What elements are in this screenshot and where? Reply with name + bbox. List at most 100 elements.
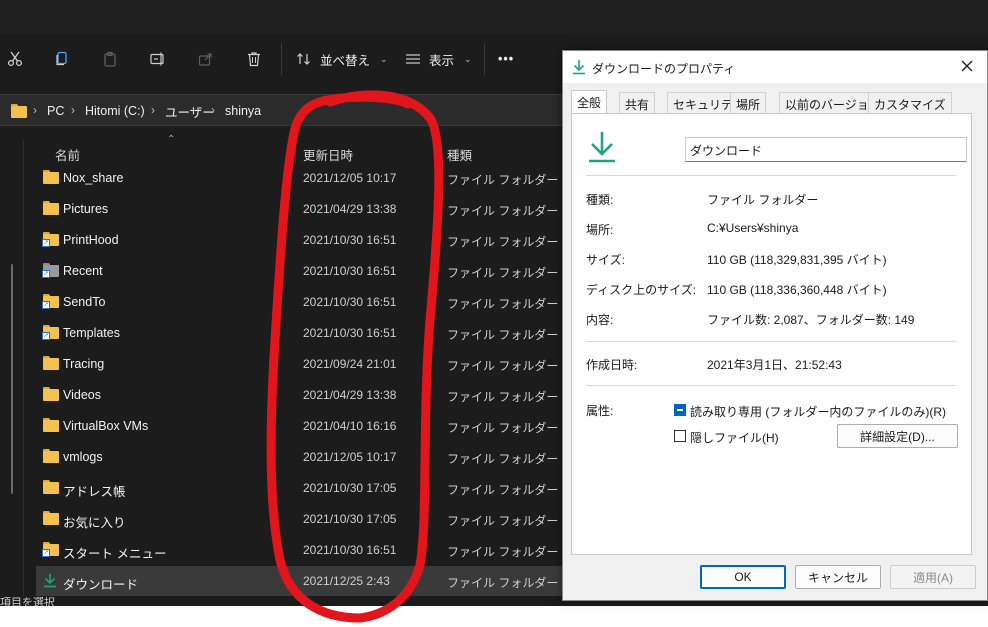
folder-icon (43, 201, 59, 215)
breadcrumb-shinya[interactable]: shinya (225, 103, 261, 119)
file-name: アドレス帳 (63, 485, 126, 499)
divider (586, 341, 956, 342)
advanced-button[interactable]: 詳細設定(D)... (837, 424, 958, 448)
file-row[interactable]: アドレス帳 2021/10/30 17:05 ファイル フォルダー (36, 473, 565, 504)
column-type[interactable]: 種類 (447, 145, 472, 164)
chevron-down-icon: ⌄ (380, 53, 388, 64)
file-row[interactable]: VirtualBox VMs 2021/04/10 16:16 ファイル フォルダー (36, 411, 565, 442)
dialog-tabs: 全般 共有 セキュリティ 場所 以前のバージョン カスタマイズ (571, 90, 979, 113)
folder-icon (43, 387, 59, 401)
view-label: 表示 (429, 53, 455, 68)
view-icon (406, 54, 420, 64)
file-row[interactable]: Pictures 2021/04/29 13:38 ファイル フォルダー (36, 194, 565, 225)
file-row[interactable]: ↗ スタート メニュー 2021/10/30 16:51 ファイル フォルダー (36, 535, 565, 566)
file-date: 2021/12/25 2:43 (303, 574, 390, 588)
chevron-right-icon: › (211, 103, 215, 117)
file-row[interactable]: ↗ Recent 2021/10/30 16:51 ファイル フォルダー (36, 256, 565, 287)
paste-icon[interactable] (97, 46, 123, 72)
file-name: vmlogs (63, 450, 103, 464)
sort-arrow-icon: ⌃ (167, 134, 176, 145)
share-icon[interactable] (193, 46, 219, 72)
file-row[interactable]: ↗ SendTo 2021/10/30 16:51 ファイル フォルダー (36, 287, 565, 318)
cut-icon[interactable] (2, 46, 28, 72)
file-date: 2021/10/30 16:51 (303, 233, 397, 247)
shortcut-folder-icon: ↗ (42, 232, 59, 247)
file-type: ファイル フォルダー (447, 390, 559, 404)
sort-button[interactable]: 並べ替え ⌄ (296, 49, 388, 69)
shortcut-folder-icon: ↗ (42, 542, 59, 557)
folder-name-field[interactable]: ダウンロード (685, 137, 967, 162)
file-date: 2021/12/05 10:17 (303, 171, 397, 185)
delete-icon[interactable] (241, 46, 267, 72)
cancel-button[interactable]: キャンセル (795, 565, 881, 589)
folder-icon (43, 449, 59, 463)
status-text: 項目を選択 (0, 597, 55, 606)
file-date: 2021/04/29 13:38 (303, 202, 397, 216)
readonly-checkbox[interactable] (674, 404, 686, 416)
download-icon (572, 59, 586, 75)
file-date: 2021/10/30 16:51 (303, 326, 397, 340)
file-name: SendTo (63, 295, 106, 309)
nav-scrollbar[interactable] (11, 264, 13, 494)
file-row[interactable]: Tracing 2021/09/24 21:01 ファイル フォルダー (36, 349, 565, 380)
file-date: 2021/04/10 16:16 (303, 419, 397, 433)
address-bar[interactable]: › PC › Hitomi (C:) › ユーザー › shinya (0, 94, 565, 126)
breadcrumb-pc[interactable]: PC (47, 103, 64, 119)
general-tab-panel: ダウンロード 種類: ファイル フォルダー 場所: C:¥Users¥shiny… (571, 113, 972, 555)
file-row[interactable]: Videos 2021/04/29 13:38 ファイル フォルダー (36, 380, 565, 411)
file-date: 2021/10/30 17:05 (303, 481, 397, 495)
toolbar-divider (281, 43, 282, 75)
tab-general[interactable]: 全般 (571, 90, 608, 113)
type-value: ファイル フォルダー (707, 193, 819, 207)
file-type: ファイル フォルダー (447, 452, 559, 466)
file-name: Videos (63, 388, 101, 402)
column-divider[interactable] (295, 140, 296, 164)
file-row[interactable]: vmlogs 2021/12/05 10:17 ファイル フォルダー (36, 442, 565, 473)
tab-customize[interactable]: カスタマイズ (868, 92, 952, 113)
chevron-right-icon: › (151, 103, 155, 117)
chevron-down-icon: ⌄ (464, 53, 472, 64)
column-name[interactable]: 名前 (55, 145, 80, 164)
hidden-label[interactable]: 隠しファイル(H) (690, 429, 779, 446)
file-type: ファイル フォルダー (447, 266, 559, 280)
hidden-checkbox[interactable] (674, 430, 686, 442)
size-on-disk-value: 110 GB (118,336,360,448 バイト) (707, 283, 887, 297)
tab-sharing[interactable]: 共有 (619, 92, 656, 113)
column-divider[interactable] (439, 140, 440, 164)
chevron-right-icon: › (33, 103, 37, 117)
folder-icon (43, 480, 59, 494)
rename-icon[interactable] (145, 46, 171, 72)
tab-location[interactable]: 場所 (730, 92, 767, 113)
divider (586, 385, 956, 386)
contains-label: 内容: (586, 313, 614, 327)
view-button[interactable]: 表示 ⌄ (405, 49, 472, 69)
more-options-button[interactable]: ••• (498, 49, 514, 69)
file-date: 2021/09/24 21:01 (303, 357, 397, 371)
attributes-label: 属性: (586, 404, 614, 418)
breadcrumb-users[interactable]: ユーザー (165, 103, 215, 120)
file-date: 2021/04/29 13:38 (303, 388, 397, 402)
column-header: ⌃ 名前 更新日時 種類 (24, 134, 565, 164)
file-name: お気に入り (63, 516, 126, 530)
close-button[interactable] (959, 58, 975, 74)
dialog-title: ダウンロードのプロパティ (592, 62, 736, 76)
apply-button[interactable]: 適用(A) (890, 565, 976, 589)
file-type: ファイル フォルダー (447, 514, 559, 528)
size-value: 110 GB (118,329,831,395 バイト) (707, 253, 887, 267)
file-type: ファイル フォルダー (447, 204, 559, 218)
ok-button[interactable]: OK (700, 565, 786, 589)
copy-icon[interactable] (49, 46, 75, 72)
file-name: Recent (63, 264, 103, 278)
file-row[interactable]: ダウンロード 2021/12/25 2:43 ファイル フォルダー (36, 566, 565, 597)
file-row[interactable]: ↗ PrintHood 2021/10/30 16:51 ファイル フォルダー (36, 225, 565, 256)
file-row[interactable]: お気に入り 2021/10/30 17:05 ファイル フォルダー (36, 504, 565, 535)
breadcrumb-drive[interactable]: Hitomi (C:) (85, 103, 145, 119)
column-date-modified[interactable]: 更新日時 (303, 145, 353, 164)
file-row[interactable]: Nox_share 2021/12/05 10:17 ファイル フォルダー (36, 163, 565, 194)
folder-icon (43, 356, 59, 370)
readonly-label[interactable]: 読み取り専用 (フォルダー内のファイルのみ)(R) (690, 403, 946, 420)
sort-label: 並べ替え (320, 53, 371, 68)
file-row[interactable]: ↗ Templates 2021/10/30 16:51 ファイル フォルダー (36, 318, 565, 349)
type-label: 種類: (586, 193, 614, 207)
explorer-title-area (0, 0, 988, 34)
